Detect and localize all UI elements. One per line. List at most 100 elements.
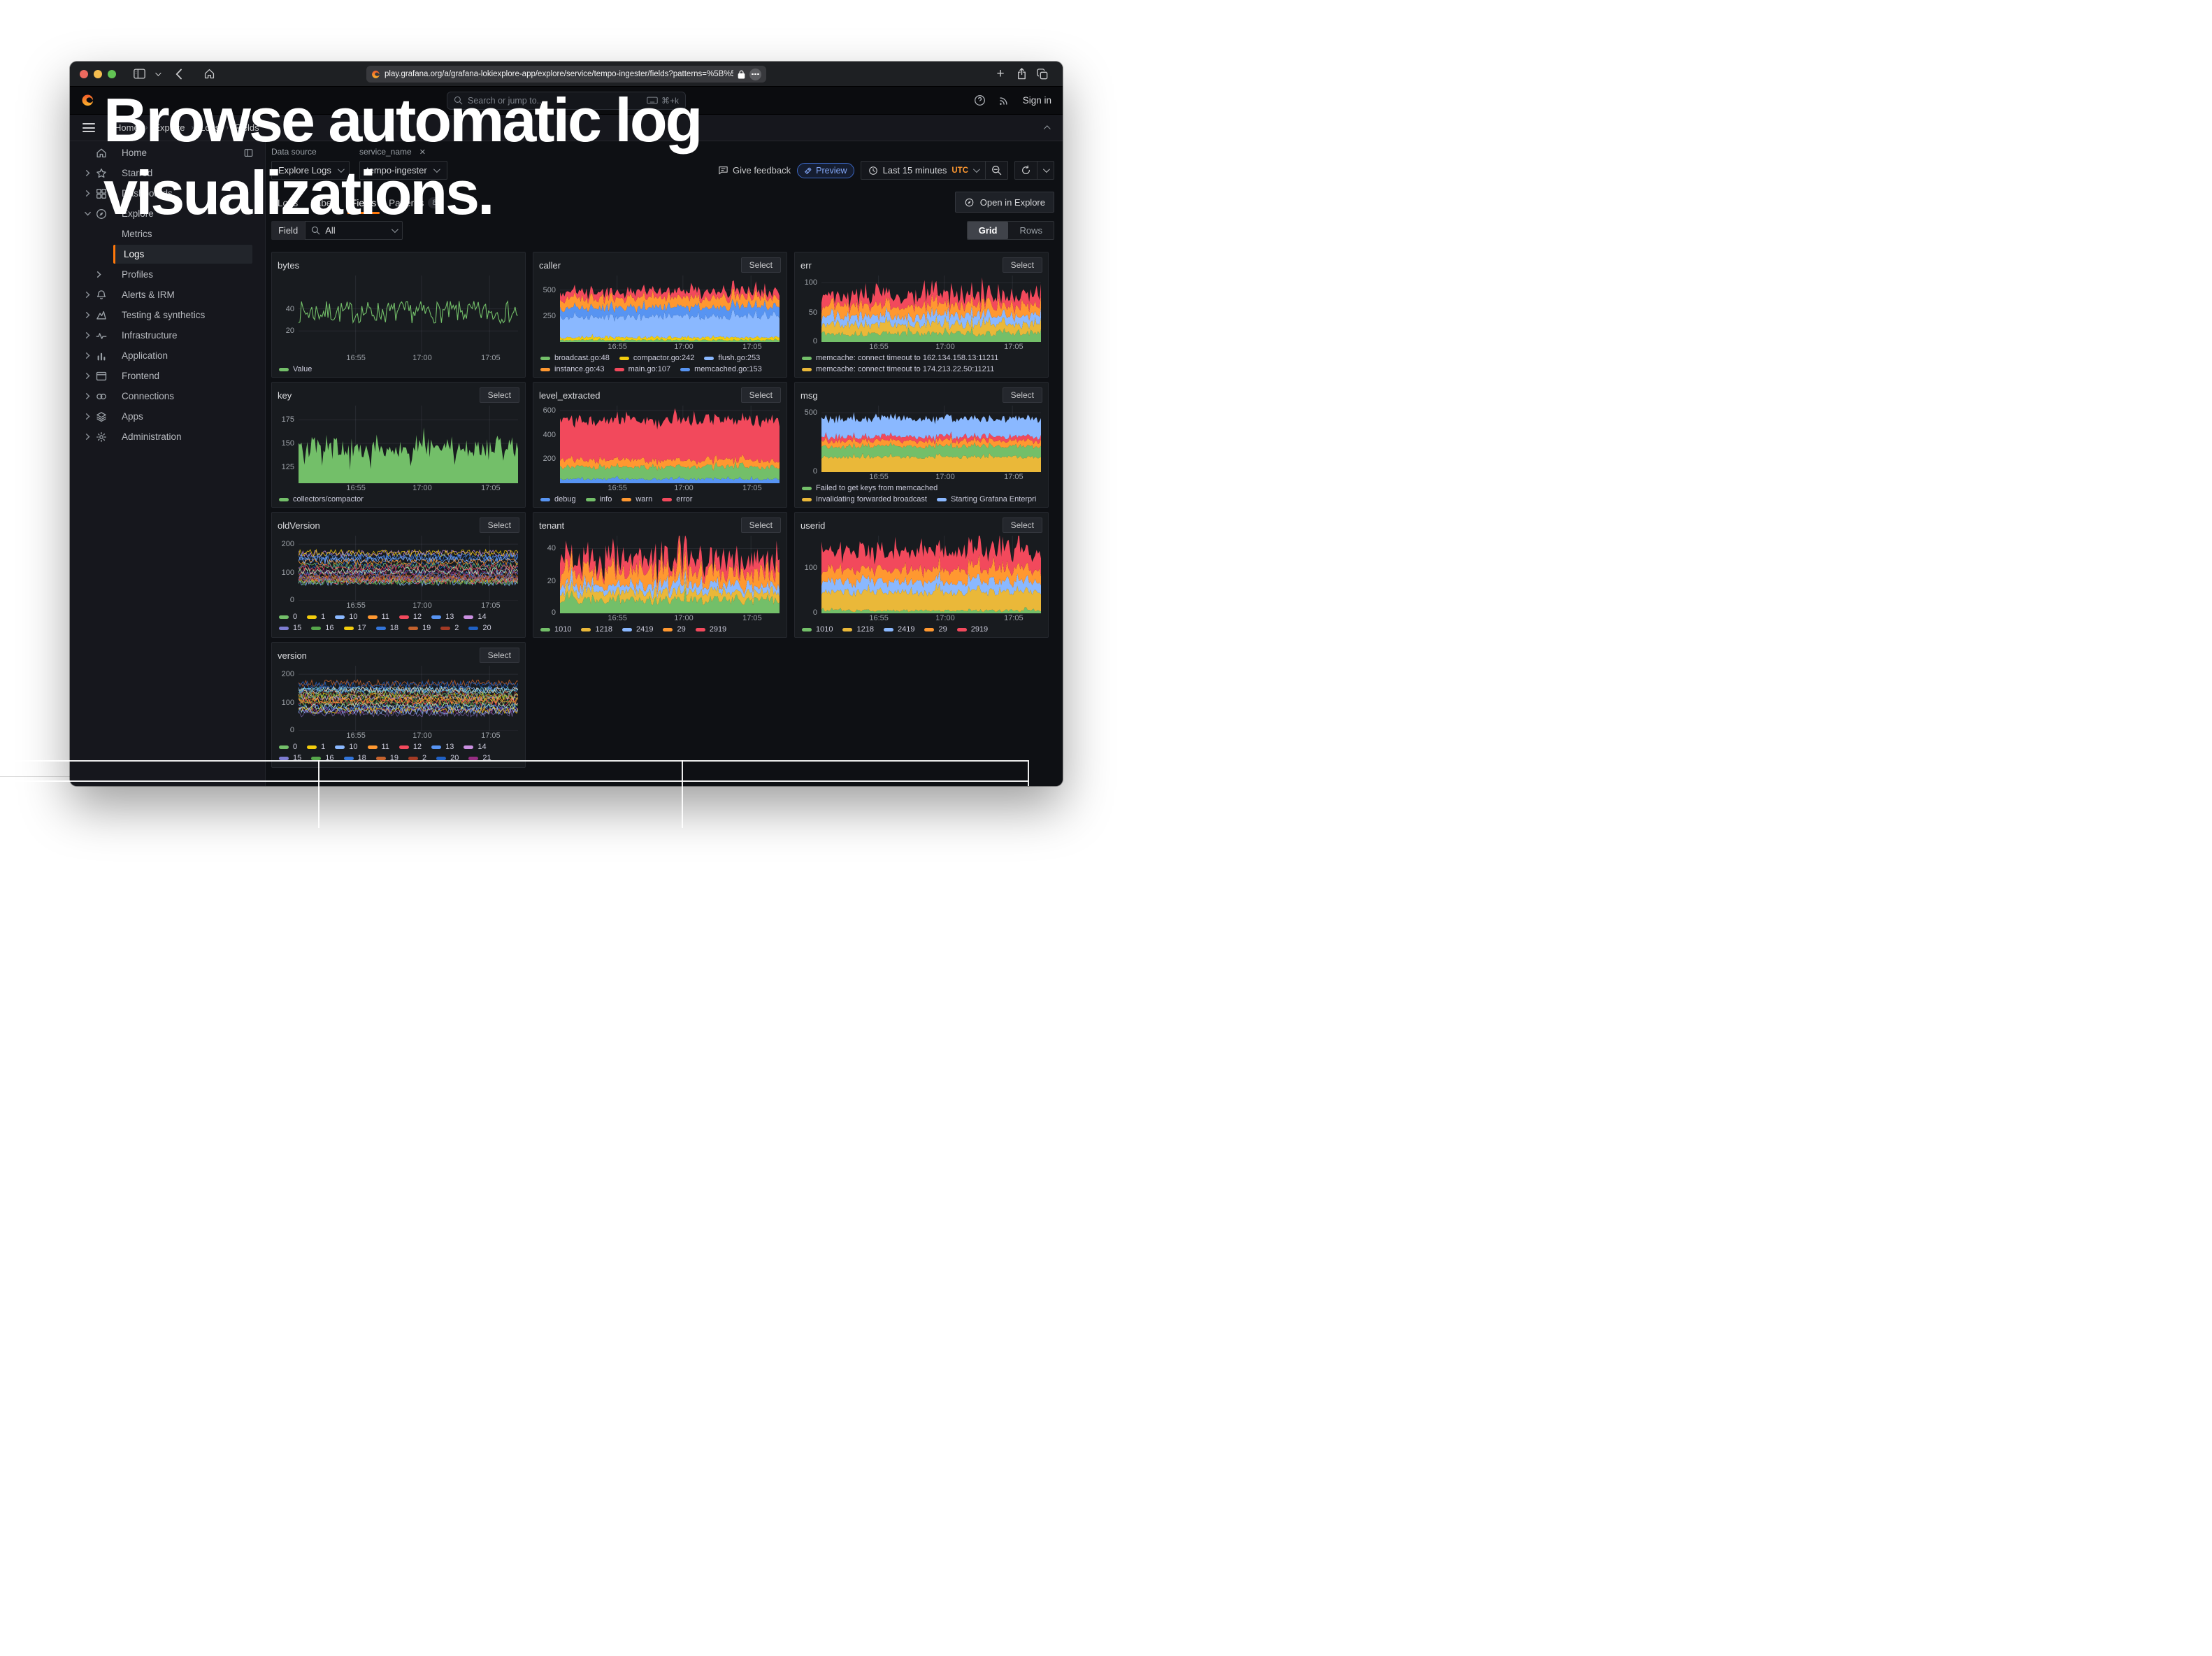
- legend-item[interactable]: memcached.go:153: [680, 365, 762, 374]
- legend-item[interactable]: 16: [311, 624, 333, 633]
- back-icon[interactable]: [171, 66, 187, 83]
- sign-in-link[interactable]: Sign in: [1023, 95, 1051, 106]
- chevron-right-icon[interactable]: [84, 392, 95, 400]
- browser-sidebar-toggle-icon[interactable]: [131, 66, 148, 83]
- sidebar-item-profiles[interactable]: Profiles: [70, 264, 265, 285]
- chevron-right-icon[interactable]: [84, 413, 95, 420]
- share-icon[interactable]: [1013, 66, 1030, 83]
- legend-item[interactable]: 1: [307, 613, 325, 622]
- select-button[interactable]: Select: [1003, 518, 1042, 533]
- address-bar[interactable]: play.grafana.org/a/grafana-lokiexplore-a…: [366, 66, 766, 83]
- legend-item[interactable]: broadcast.go:48: [540, 354, 610, 363]
- legend-item[interactable]: 2419: [622, 625, 653, 634]
- zoom-window-button[interactable]: [108, 70, 116, 78]
- legend-item[interactable]: 17: [344, 624, 366, 633]
- legend-item[interactable]: 0: [279, 613, 297, 622]
- sidebar-item-connections[interactable]: Connections: [70, 386, 265, 406]
- sidebar-item-infrastructure[interactable]: Infrastructure: [70, 325, 265, 345]
- legend-item[interactable]: debug: [540, 495, 576, 504]
- help-icon[interactable]: [974, 94, 986, 106]
- legend-item[interactable]: 20: [468, 624, 491, 633]
- close-window-button[interactable]: [80, 70, 88, 78]
- select-button[interactable]: Select: [1003, 257, 1042, 273]
- minimize-window-button[interactable]: [94, 70, 102, 78]
- select-button[interactable]: Select: [1003, 387, 1042, 403]
- new-tab-icon[interactable]: +: [992, 66, 1009, 83]
- select-button[interactable]: Select: [741, 518, 781, 533]
- legend-item[interactable]: 10: [335, 743, 357, 752]
- legend-item[interactable]: compactor.go:242: [619, 354, 694, 363]
- chevron-right-icon[interactable]: [84, 352, 95, 359]
- legend-item[interactable]: Invalidating forwarded broadcast: [802, 495, 927, 504]
- legend-item[interactable]: main.go:107: [615, 365, 671, 374]
- legend-item[interactable]: 13: [431, 743, 454, 752]
- legend-item[interactable]: 1010: [802, 625, 833, 634]
- chevron-down-icon[interactable]: [152, 66, 163, 83]
- legend-item[interactable]: 13: [431, 613, 454, 622]
- legend-item[interactable]: 20: [436, 754, 459, 763]
- legend-item[interactable]: info: [586, 495, 612, 504]
- sidebar-item-application[interactable]: Application: [70, 345, 265, 366]
- legend-item[interactable]: 1218: [842, 625, 873, 634]
- legend-item[interactable]: 18: [376, 624, 398, 633]
- legend-item[interactable]: 2919: [957, 625, 988, 634]
- rows-view-button[interactable]: Rows: [1008, 222, 1054, 239]
- zoom-out-button[interactable]: [985, 162, 1007, 179]
- legend-item[interactable]: collectors/compactor: [279, 495, 364, 504]
- legend-item[interactable]: memcache: connect timeout to 162.134.158…: [802, 354, 998, 363]
- legend-item[interactable]: Value: [279, 365, 312, 374]
- legend-item[interactable]: memcache: connect timeout to 174.213.22.…: [802, 365, 994, 374]
- legend-item[interactable]: 12: [399, 613, 422, 622]
- refresh-interval-dropdown[interactable]: [1037, 162, 1054, 179]
- grafana-logo[interactable]: [81, 94, 94, 107]
- legend-item[interactable]: 11: [368, 613, 389, 622]
- chevron-right-icon[interactable]: [84, 372, 95, 380]
- sidebar-item-apps[interactable]: Apps: [70, 406, 265, 427]
- legend-item[interactable]: 15: [279, 754, 301, 763]
- chevron-right-icon[interactable]: [84, 433, 95, 441]
- legend-item[interactable]: 19: [376, 754, 398, 763]
- legend-item[interactable]: warn: [622, 495, 652, 504]
- legend-item[interactable]: 1218: [581, 625, 612, 634]
- chevron-right-icon[interactable]: [84, 311, 95, 319]
- sidebar-item-testing-synthetics[interactable]: Testing & synthetics: [70, 305, 265, 325]
- home-icon[interactable]: [201, 66, 217, 83]
- legend-item[interactable]: 0: [279, 743, 297, 752]
- select-button[interactable]: Select: [480, 518, 519, 533]
- select-button[interactable]: Select: [741, 257, 781, 273]
- legend-item[interactable]: 14: [464, 613, 486, 622]
- tab-overview-icon[interactable]: [1034, 66, 1051, 83]
- legend-item[interactable]: 2919: [696, 625, 726, 634]
- legend-item[interactable]: 1010: [540, 625, 571, 634]
- open-in-explore-button[interactable]: Open in Explore: [955, 192, 1054, 213]
- grid-view-button[interactable]: Grid: [968, 222, 1009, 239]
- sidebar-item-logs[interactable]: Logs: [70, 244, 265, 264]
- select-button[interactable]: Select: [480, 387, 519, 403]
- legend-item[interactable]: Failed to get keys from memcached: [802, 484, 938, 493]
- legend-item[interactable]: 19: [408, 624, 431, 633]
- mega-menu-toggle-icon[interactable]: [82, 123, 95, 132]
- legend-item[interactable]: 1: [307, 743, 325, 752]
- legend-item[interactable]: 2419: [884, 625, 914, 634]
- legend-item[interactable]: 18: [344, 754, 366, 763]
- give-feedback-link[interactable]: Give feedback: [718, 165, 791, 176]
- select-button[interactable]: Select: [480, 648, 519, 663]
- legend-item[interactable]: 14: [464, 743, 486, 752]
- legend-item[interactable]: 12: [399, 743, 422, 752]
- legend-item[interactable]: flush.go:253: [704, 354, 760, 363]
- chevron-right-icon[interactable]: [84, 331, 95, 339]
- legend-item[interactable]: 2: [408, 754, 426, 763]
- legend-item[interactable]: Starting Grafana Enterpri: [937, 495, 1036, 504]
- legend-item[interactable]: 2: [440, 624, 459, 633]
- chevron-down-icon[interactable]: [84, 210, 95, 217]
- legend-item[interactable]: 15: [279, 624, 301, 633]
- news-icon[interactable]: [998, 94, 1010, 106]
- more-options-icon[interactable]: [749, 69, 761, 80]
- sidebar-item-alerts-irm[interactable]: Alerts & IRM: [70, 285, 265, 305]
- sidebar-item-frontend[interactable]: Frontend: [70, 366, 265, 386]
- time-range-picker[interactable]: Last 15 minutes UTC: [861, 162, 985, 179]
- refresh-button[interactable]: [1015, 162, 1037, 179]
- collapse-controls-icon[interactable]: [1045, 122, 1050, 134]
- select-button[interactable]: Select: [741, 387, 781, 403]
- legend-item[interactable]: error: [662, 495, 692, 504]
